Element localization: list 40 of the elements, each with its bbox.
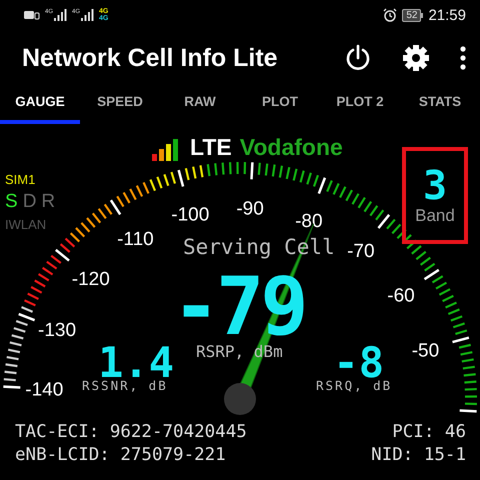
scale-label: -80: [295, 210, 323, 232]
tab[interactable]: RAW: [160, 86, 240, 124]
iwlan-label: IWLAN: [5, 218, 46, 231]
settings-icon[interactable]: [402, 44, 430, 72]
scale-label: -50: [412, 340, 440, 362]
cell-identity-text: NID: 15-1: [371, 445, 466, 465]
operator-name: Vodafone: [240, 134, 343, 161]
power-icon[interactable]: [344, 44, 372, 72]
alarm-icon: [383, 8, 398, 22]
more-options-icon[interactable]: [460, 46, 466, 70]
scale-label: -120: [72, 269, 110, 290]
tab[interactable]: PLOT: [240, 86, 320, 124]
hd-icon: [24, 10, 40, 20]
network-technology: LTE: [190, 134, 232, 161]
scale-label: -130: [38, 320, 76, 341]
signal-icon: [53, 9, 68, 21]
cell-identity-text: TAC-ECI: 9622-70420445: [15, 422, 247, 442]
scale-label: -100: [171, 204, 210, 226]
band-reading: 3: [422, 166, 448, 206]
tab[interactable]: SPEED: [80, 86, 160, 124]
band-label: Band: [415, 206, 455, 226]
clock-time: 21:59: [428, 6, 466, 24]
sim-state-indicator: R: [41, 192, 56, 211]
sim-state-indicator: D: [22, 192, 36, 211]
scale-label: -90: [236, 198, 264, 220]
scale-label: -70: [347, 240, 375, 262]
sim-label: SIM1: [5, 173, 36, 186]
signal-strength-icon: [152, 139, 178, 161]
tab[interactable]: STATS: [400, 86, 480, 124]
cell-identity-text: eNB-LCID: 275079-221: [15, 445, 227, 465]
signal-icon: [80, 9, 94, 21]
app-title: Network Cell Info Lite: [22, 44, 279, 72]
scale-label: -140: [25, 380, 64, 401]
cell-identity-text: PCI: 46: [392, 422, 466, 442]
battery-level: 52: [402, 8, 422, 22]
tab[interactable]: GAUGE: [0, 86, 80, 124]
scale-label: -60: [387, 285, 415, 306]
scale-label: -110: [117, 228, 154, 250]
tab[interactable]: PLOT 2: [320, 86, 400, 124]
sim-state-indicator: S: [5, 192, 18, 211]
